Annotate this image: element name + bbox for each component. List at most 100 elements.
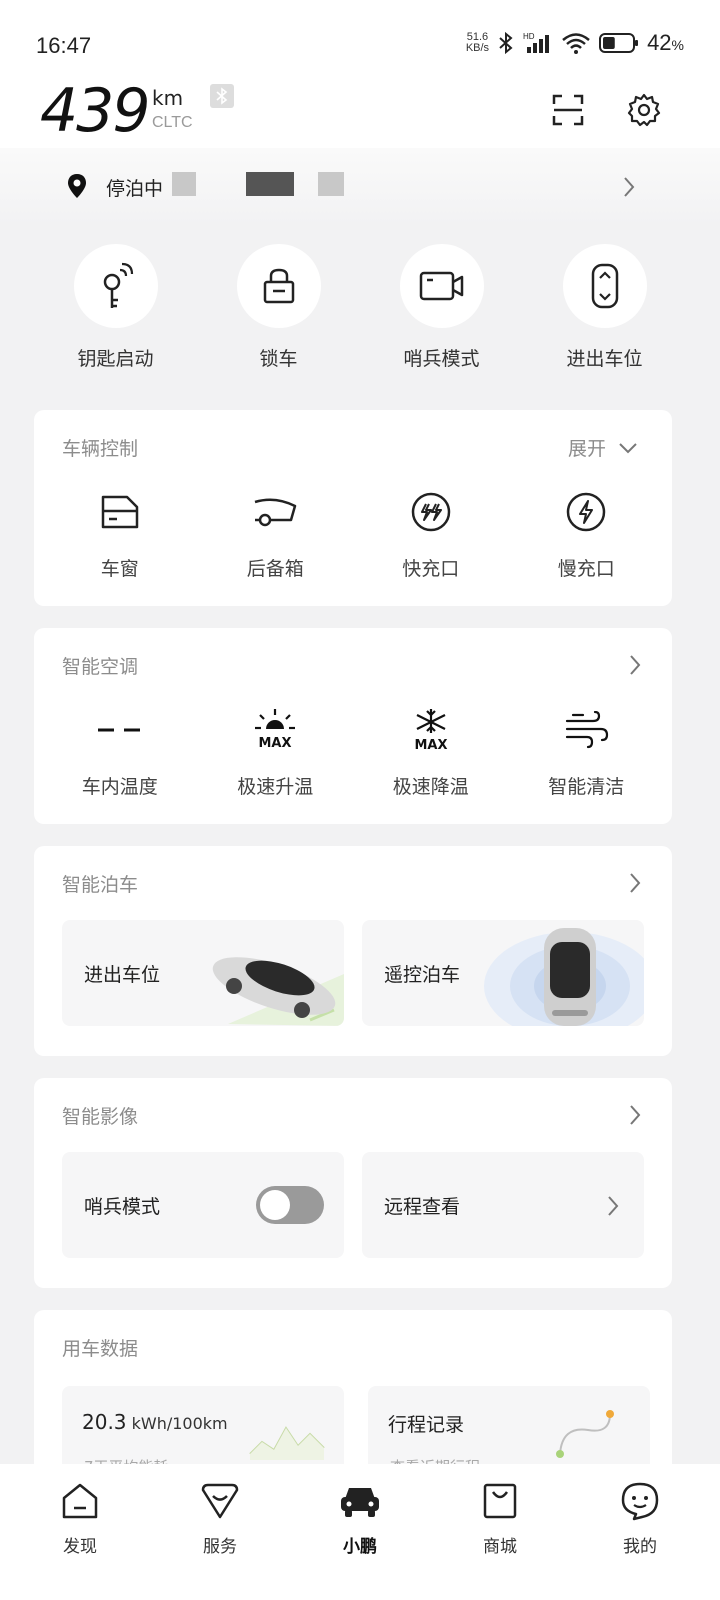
trunk-icon <box>251 488 299 536</box>
card-title: 智能影像 <box>62 1106 139 1128</box>
climate-smart-clean[interactable]: 智能清洁 <box>509 706 665 799</box>
nav-profile[interactable]: 我的 <box>580 1464 700 1600</box>
card-title: 智能空调 <box>62 656 139 678</box>
bluetooth-status-icon <box>497 31 515 55</box>
wind-icon <box>562 706 610 754</box>
vehicle-control-grid: 车窗 后备箱 快充口 慢充口 <box>42 488 664 581</box>
control-fast-charge[interactable]: 快充口 <box>353 488 509 581</box>
card-title: 智能泊车 <box>62 874 139 896</box>
quick-action-sentry[interactable]: 哨兵模式 <box>360 244 523 371</box>
nav-service[interactable]: 服务 <box>160 1464 280 1600</box>
slow-charge-icon <box>562 488 610 536</box>
header: 439 km CLTC <box>0 76 720 148</box>
cellular-signal-icon: HD <box>523 31 553 55</box>
nav-label: 我的 <box>623 1537 657 1557</box>
nav-label: 服务 <box>203 1537 237 1557</box>
quick-action-key-start[interactable]: 钥匙启动 <box>34 244 197 371</box>
nav-xpeng[interactable]: 小鹏 <box>300 1464 420 1600</box>
window-icon <box>96 488 144 536</box>
quick-action-label: 钥匙启动 <box>77 348 154 370</box>
quick-action-park-in-out[interactable]: 进出车位 <box>523 244 686 371</box>
climate-card[interactable]: 智能空调 车内温度 MAX 极速升温 MAX 极速降温 智能清洁 <box>34 628 672 824</box>
quick-actions: 钥匙启动 锁车 哨兵模式 进出车位 <box>34 244 686 371</box>
bag-icon <box>479 1480 521 1522</box>
nav-shop[interactable]: 商城 <box>440 1464 560 1600</box>
net-speed: 51.6 KB/s <box>465 31 490 54</box>
status-time: 16:47 <box>36 33 92 58</box>
tile-label: 哨兵模式 <box>84 1196 161 1218</box>
parking-status: 停泊中 <box>106 178 164 200</box>
range-standard: CLTC <box>152 114 193 131</box>
quick-action-label: 锁车 <box>259 348 298 370</box>
battery-icon <box>599 32 639 54</box>
remote-parking-tile[interactable]: 遥控泊车 <box>362 920 644 1026</box>
quick-action-lock[interactable]: 锁车 <box>197 244 360 371</box>
chevron-right-icon <box>628 654 642 676</box>
energy-value: 20.3 <box>82 1410 127 1434</box>
car-top-icon <box>562 244 647 328</box>
sentry-mode-tile: 哨兵模式 <box>62 1152 344 1258</box>
max-badge: MAX <box>414 738 447 753</box>
redacted-address <box>246 172 294 196</box>
control-label: 慢充口 <box>557 558 615 580</box>
nav-label: 小鹏 <box>343 1537 377 1557</box>
location-pin-icon <box>66 173 88 199</box>
chevron-down-icon <box>618 442 638 454</box>
quick-action-label: 进出车位 <box>566 348 643 370</box>
key-icon <box>73 244 158 328</box>
remote-view-tile[interactable]: 远程查看 <box>362 1152 644 1258</box>
control-trunk[interactable]: 后备箱 <box>198 488 354 581</box>
wifi-icon <box>561 31 591 55</box>
tile-label: 进出车位 <box>84 964 161 986</box>
status-icons: 51.6 KB/s HD 42% <box>466 30 684 56</box>
sun-max-icon: MAX <box>251 706 299 754</box>
redacted-address <box>172 172 196 196</box>
card-title: 用车数据 <box>62 1338 139 1360</box>
expand-button[interactable]: 展开 <box>568 434 638 461</box>
bottom-nav: 发现 服务 小鹏 商城 我的 <box>0 1464 720 1600</box>
card-title: 车辆控制 <box>62 438 139 460</box>
scan-icon[interactable] <box>548 90 588 130</box>
climate-cabin-temp: 车内温度 <box>42 706 198 799</box>
smart-parking-card: 智能泊车 进出车位 遥控泊车 <box>34 846 672 1056</box>
park-in-out-tile[interactable]: 进出车位 <box>62 920 344 1026</box>
nav-discover[interactable]: 发现 <box>20 1464 140 1600</box>
vehicle-control-card: 车辆控制 展开 车窗 后备箱 快充口 慢充口 <box>34 410 672 606</box>
trip-record-label: 行程记录 <box>388 1414 465 1436</box>
climate-label: 车内温度 <box>81 776 158 798</box>
status-bar: 16:47 51.6 KB/s HD 42% <box>0 0 720 80</box>
profile-icon <box>619 1480 661 1522</box>
climate-label: 极速升温 <box>237 776 314 798</box>
fast-charge-icon <box>407 488 455 536</box>
climate-label: 智能清洁 <box>548 776 625 798</box>
control-slow-charge[interactable]: 慢充口 <box>509 488 665 581</box>
battery-percent: 42% <box>647 30 684 55</box>
chevron-right-icon[interactable] <box>628 872 642 894</box>
nav-label: 发现 <box>63 1537 97 1557</box>
sentry-mode-toggle[interactable] <box>256 1186 324 1224</box>
tile-label: 遥控泊车 <box>384 964 461 986</box>
bluetooth-icon[interactable] <box>210 84 234 108</box>
climate-rapid-heat[interactable]: MAX 极速升温 <box>198 706 354 799</box>
nav-label: 商城 <box>483 1537 517 1557</box>
control-label: 后备箱 <box>246 558 304 580</box>
climate-rapid-cool[interactable]: MAX 极速降温 <box>353 706 509 799</box>
energy-stat: 20.3 kWh/100km <box>82 1410 228 1434</box>
location-bar[interactable]: 停泊中 <box>0 148 720 226</box>
climate-label: 极速降温 <box>392 776 469 798</box>
cabin-temperature-value <box>90 706 150 754</box>
svg-text:HD: HD <box>523 32 535 41</box>
control-label: 快充口 <box>402 558 460 580</box>
redacted-address <box>318 172 344 196</box>
control-label: 车窗 <box>100 558 139 580</box>
service-icon <box>199 1480 241 1522</box>
settings-icon[interactable] <box>624 90 664 130</box>
car-top-illustration <box>470 920 644 1026</box>
tile-label: 远程查看 <box>384 1196 461 1218</box>
energy-sparkline <box>248 1420 328 1460</box>
chevron-right-icon[interactable] <box>628 1104 642 1126</box>
control-window[interactable]: 车窗 <box>42 488 198 581</box>
climate-grid: 车内温度 MAX 极速升温 MAX 极速降温 智能清洁 <box>42 706 664 799</box>
smart-imaging-card: 智能影像 哨兵模式 远程查看 <box>34 1078 672 1288</box>
route-icon <box>548 1406 628 1466</box>
